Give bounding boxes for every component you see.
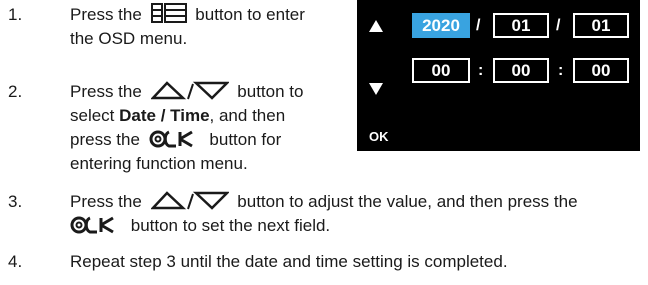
osd-second-field[interactable]: 00 <box>573 58 629 83</box>
osd-date-time-panel: 2020 / 01 / 01 00 : 00 : 00 OK <box>357 0 640 151</box>
step-text: Press the button to adjust the value, an… <box>70 191 578 235</box>
osd-date-separator: / <box>476 17 481 34</box>
osd-month-field[interactable]: 01 <box>493 13 549 38</box>
osd-minute-field[interactable]: 00 <box>493 58 549 83</box>
step-number: 4. <box>8 252 23 271</box>
osd-time-separator: : <box>558 62 564 79</box>
up-down-triangle-icon <box>150 191 229 210</box>
up-arrow-icon <box>369 20 383 32</box>
up-down-triangle-icon <box>150 81 229 100</box>
osd-hour-field[interactable]: 00 <box>412 58 470 83</box>
step-number: 3. <box>8 192 23 211</box>
osd-date-separator: / <box>556 17 561 34</box>
step-text: Press the button to enter the OSD menu. <box>70 3 305 48</box>
menu-icon <box>150 3 187 23</box>
osd-time-separator: : <box>478 62 484 79</box>
step-number: 2. <box>8 82 23 101</box>
ok-icon <box>70 216 114 234</box>
step-number: 1. <box>8 5 23 24</box>
osd-year-field[interactable]: 2020 <box>412 13 470 38</box>
ok-icon <box>149 130 193 148</box>
osd-ok-label: OK <box>369 129 389 144</box>
step-text: Press the button to select Date / Time, … <box>70 81 304 173</box>
down-arrow-icon <box>369 83 383 95</box>
osd-day-field[interactable]: 01 <box>573 13 629 38</box>
step-text: Repeat step 3 until the date and time se… <box>70 252 508 271</box>
